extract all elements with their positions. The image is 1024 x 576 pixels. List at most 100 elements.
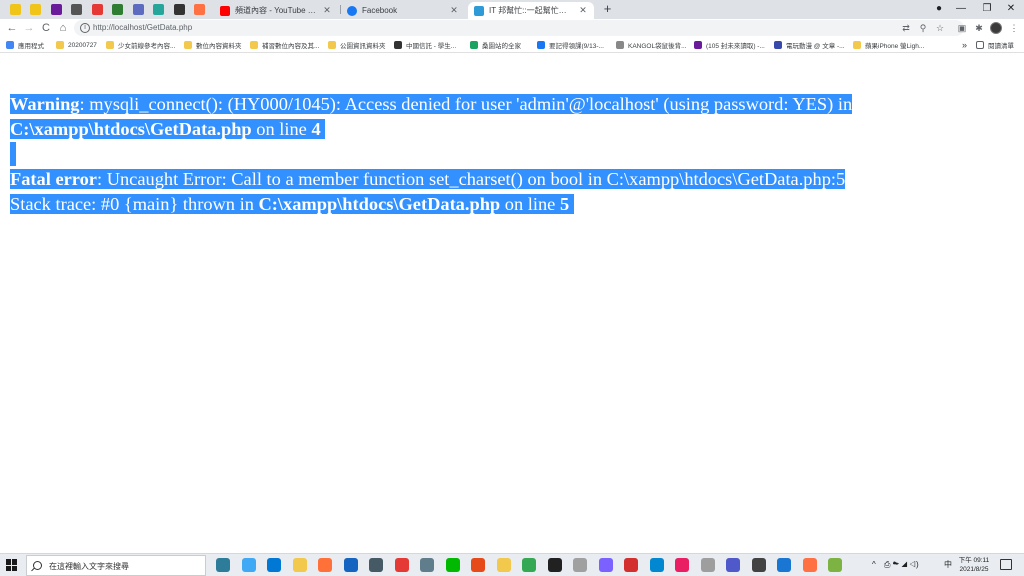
tab-facebook[interactable]: Facebook ✕ [341,2,465,19]
pinned-tab[interactable] [68,2,86,17]
taskbar-app-icon[interactable] [318,558,332,572]
back-button[interactable]: ← [4,20,20,36]
bookmark-label: (105 封未來讀取) -... [706,43,765,50]
extension-icon[interactable]: ▣ [956,22,968,34]
home-button[interactable]: ⌂ [55,20,71,36]
facebook-icon [347,5,357,16]
minimize-button[interactable]: — [948,1,974,17]
fatal-on-line: on line [500,194,560,214]
restore-button[interactable]: ❐ [974,1,1000,17]
tab-youtube-studio[interactable]: 頻道內容 - YouTube Studio ✕ [214,2,338,19]
pinned-tab[interactable] [47,2,65,17]
taskbar-app-icon[interactable] [828,558,842,572]
taskbar-search-box[interactable]: 在這裡輸入文字來搜尋 [26,555,206,576]
taskbar-app-icon[interactable] [267,558,281,572]
bookmark-item[interactable]: 數位內容資料夾 [184,39,246,51]
bookmark-item[interactable]: 20200727 [56,39,102,51]
bookmark-favicon-icon [250,41,258,49]
reading-list-icon [976,41,984,49]
pinned-tab[interactable] [27,2,45,17]
bookmark-star-icon[interactable]: ☆ [934,22,946,34]
bookmark-item[interactable]: 要記得領課(9/13-... [537,39,612,51]
bookmark-item[interactable]: 桑園站的全家 [470,39,533,51]
close-window-button[interactable]: ✕ [998,1,1024,17]
taskbar-clock[interactable]: 下午 09:11 2021/8/25 [956,556,992,574]
pinned-tab-favicon-icon [50,4,62,15]
translate-icon[interactable]: ⇄ [900,22,912,34]
taskbar-app-icon[interactable] [496,558,511,572]
reload-button[interactable]: C [38,20,54,36]
taskbar-app-icon[interactable] [573,558,587,572]
bookmark-item[interactable]: KANGOL袋鼠後背... [616,39,690,51]
zoom-icon[interactable]: ⚲ [917,22,929,34]
taskbar-app-icon[interactable] [598,558,613,572]
close-tab-icon[interactable]: ✕ [578,5,588,16]
address-url[interactable]: http://localhost/GetData.php [93,22,192,34]
windows-start-icon[interactable] [6,559,18,571]
taskbar-app-icon[interactable] [624,558,638,572]
pinned-tab[interactable] [129,2,147,17]
notifications-icon[interactable] [1000,559,1012,570]
pinned-tab[interactable] [6,2,24,17]
bookmark-item[interactable]: (105 封未來讀取) -... [694,39,770,51]
bookmark-item[interactable]: 電玩動漫 @ 文章 -... [774,39,849,51]
taskbar-app-icon[interactable] [394,558,409,572]
pinned-tab-favicon-icon [153,4,164,15]
taskbar-app-icon[interactable] [547,558,562,572]
forward-button[interactable]: → [21,20,37,36]
bookmarks-bar: 應用程式 20200727 少女前線參考內容... 數位內容資料夾 補習數位內容及其..… [0,37,1024,53]
taskbar-app-icon[interactable] [343,558,358,572]
bookmark-item[interactable]: 蘋果iPhone 螢Ligh... [853,39,929,51]
bookmark-label: 桑園站的全家 [482,43,521,50]
profile-avatar[interactable] [990,22,1002,34]
taskbar-app-icon[interactable] [369,558,383,572]
close-tab-icon[interactable]: ✕ [449,5,459,16]
taskbar-app-icon[interactable] [802,558,817,572]
ime-indicator[interactable]: 中 [944,559,952,571]
taskbar-app-icon[interactable] [445,558,460,572]
taskbar-app-icon[interactable] [522,558,536,572]
tray-status-icons[interactable]: ⎙ ☁ ◢ ◁) [884,559,919,571]
pinned-tab[interactable] [88,2,106,17]
taskbar-app-icon[interactable] [726,558,740,572]
extensions-puzzle-icon[interactable]: ✱ [973,22,985,34]
tab-ithelp[interactable]: IT 邦幫忙::一起幫忙解決難題，拯救 IT 人的一天 ✕ [468,2,594,19]
bookmark-item[interactable]: 應用程式 [6,39,52,51]
pinned-tab[interactable] [191,2,209,17]
bookmark-label: 補習數位內容及其... [262,43,320,50]
browser-menu-icon[interactable]: ⋮ [1008,22,1020,34]
taskbar-app-icon[interactable] [777,558,791,572]
taskbar-app-icon[interactable] [471,558,485,572]
bookmark-item[interactable]: 公園資訊資料夾 [328,39,390,51]
bookmark-item[interactable]: 中國信託 - 學生... [394,39,466,51]
warning-on-line: on line [251,119,312,139]
taskbar-app-icon[interactable] [241,558,256,572]
pinned-tab[interactable] [109,2,127,17]
taskbar-app-icon[interactable] [420,558,434,572]
bookmark-label: 蘋果iPhone 螢Ligh... [865,43,925,50]
warning-line-2: C:\xampp\htdocs\GetData.php on line 4 [10,117,326,141]
pinned-tab[interactable] [170,2,188,17]
address-bar[interactable]: i http://localhost/GetData.php ⇄ ⚲ ☆ [74,20,964,36]
bookmarks-overflow-button[interactable]: » [962,39,967,51]
bookmark-item[interactable]: 補習數位內容及其... [250,39,324,51]
taskbar-app-icon[interactable] [700,558,715,572]
pinned-tab-favicon-icon [91,4,103,15]
taskbar-app-icon[interactable] [292,558,307,572]
taskbar-app-icon[interactable] [216,558,230,572]
bookmark-label: 電玩動漫 @ 文章 -... [786,43,845,50]
bookmark-favicon-icon [394,41,402,49]
tray-overflow-icon[interactable]: ^ [872,559,876,571]
fatal-message: : Uncaught Error: Call to a member funct… [96,169,846,189]
warning-line-number: 4 [311,119,321,139]
taskbar-app-icon[interactable] [649,558,664,572]
taskbar-app-icon[interactable] [751,558,766,572]
taskbar-app-icon[interactable] [675,558,689,572]
pinned-tab[interactable] [150,2,168,17]
close-tab-icon[interactable]: ✕ [322,5,332,16]
bookmark-item[interactable]: 少女前線參考內容... [106,39,180,51]
site-info-icon[interactable]: i [80,23,90,33]
new-tab-button[interactable]: + [600,2,615,17]
reading-list-button[interactable]: 閱讀清單 [976,39,1014,51]
bookmark-favicon-icon [774,41,782,49]
